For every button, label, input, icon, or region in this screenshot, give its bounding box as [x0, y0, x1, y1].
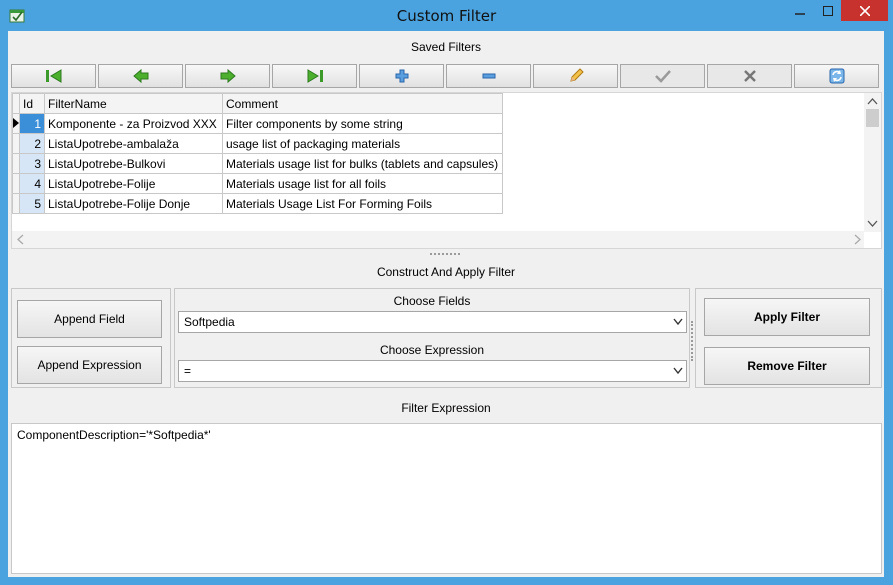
table-row[interactable]: 5 ListaUpotrebe-Folije Donje Materials U…: [12, 193, 503, 214]
filter-expression-text: ComponentDescription='*Softpedia*': [17, 428, 211, 442]
title-bar: Custom Filter: [0, 0, 893, 31]
last-icon: [307, 69, 323, 83]
scroll-down-icon: [867, 220, 878, 227]
construct-filter-header: Construct And Apply Filter: [376, 265, 516, 279]
chevron-down-icon: [673, 318, 683, 326]
previous-record-button[interactable]: [98, 64, 183, 88]
cell-filtername[interactable]: ListaUpotrebe-ambalaža: [44, 133, 223, 154]
vertical-scrollbar[interactable]: [864, 93, 881, 232]
table-row[interactable]: 1 Komponente - za Proizvod XXX Filter co…: [12, 113, 503, 134]
pencil-icon: [569, 68, 584, 82]
cell-id[interactable]: 1: [19, 113, 45, 134]
post-edit-button[interactable]: [620, 64, 705, 88]
append-panel: Append Field Append Expression: [11, 288, 171, 388]
close-button[interactable]: [841, 0, 888, 21]
append-field-button[interactable]: Append Field: [17, 300, 162, 338]
splitter-grip[interactable]: [430, 253, 460, 258]
horizontal-scrollbar[interactable]: [12, 231, 864, 248]
table-row[interactable]: 2 ListaUpotrebe-ambalaža usage list of p…: [12, 133, 503, 154]
scroll-up-icon: [867, 98, 878, 105]
edit-record-button[interactable]: [533, 64, 618, 88]
filter-expression-header: Filter Expression: [401, 401, 491, 415]
cell-comment[interactable]: Materials Usage List For Forming Foils: [222, 193, 503, 214]
choose-fields-label: Choose Fields: [393, 294, 471, 308]
dialog-client: Saved Filters Id FilterName Comment 1 Ko…: [8, 31, 884, 577]
table-row[interactable]: 3 ListaUpotrebe-Bulkovi Materials usage …: [12, 153, 503, 174]
cell-id[interactable]: 4: [19, 173, 45, 194]
apply-filter-button[interactable]: Apply Filter: [704, 298, 870, 336]
row-indicator: [12, 153, 20, 174]
first-icon: [45, 69, 61, 83]
cancel-edit-button[interactable]: [707, 64, 792, 88]
close-icon: [859, 5, 870, 16]
row-indicator-icon: [12, 113, 20, 134]
column-header-id[interactable]: Id: [19, 93, 45, 114]
next-record-button[interactable]: [185, 64, 270, 88]
navigator-toolbar: [11, 64, 881, 90]
indicator-header: [12, 93, 20, 114]
table-header-row: Id FilterName Comment: [12, 93, 503, 114]
cell-filtername[interactable]: ListaUpotrebe-Folije Donje: [44, 193, 223, 214]
window-title: Custom Filter: [396, 7, 497, 25]
apply-panel: Apply Filter Remove Filter: [695, 288, 882, 388]
cell-id[interactable]: 5: [19, 193, 45, 214]
delete-record-button[interactable]: [446, 64, 531, 88]
table-row[interactable]: 4 ListaUpotrebe-Folije Materials usage l…: [12, 173, 503, 194]
maximize-button[interactable]: [815, 0, 841, 21]
plus-icon: [395, 69, 408, 83]
column-header-filtername[interactable]: FilterName: [44, 93, 223, 114]
insert-record-button[interactable]: [359, 64, 444, 88]
minimize-button[interactable]: [785, 0, 815, 21]
cell-id[interactable]: 3: [19, 153, 45, 174]
saved-filters-header: Saved Filters: [410, 40, 482, 54]
scroll-left-icon: [17, 234, 24, 245]
append-expression-button[interactable]: Append Expression: [17, 346, 162, 384]
choose-expression-label: Choose Expression: [379, 343, 485, 357]
choose-fields-value: Softpedia: [184, 315, 235, 329]
first-record-button[interactable]: [11, 64, 96, 88]
choose-fields-select[interactable]: Softpedia: [178, 311, 687, 333]
row-indicator: [12, 133, 20, 154]
check-icon: [654, 70, 671, 83]
prev-icon: [132, 68, 148, 84]
minimize-icon: [795, 12, 805, 15]
x-icon: [743, 70, 756, 82]
row-indicator: [12, 173, 20, 194]
cell-filtername[interactable]: ListaUpotrebe-Folije: [44, 173, 223, 194]
cell-filtername[interactable]: Komponente - za Proizvod XXX: [44, 113, 223, 134]
cell-comment[interactable]: Filter components by some string: [222, 113, 503, 134]
choose-expression-value: =: [184, 364, 192, 378]
choose-panel: Choose Fields Softpedia Choose Expressio…: [174, 288, 690, 388]
minus-icon: [482, 73, 495, 79]
refresh-button[interactable]: [794, 64, 879, 88]
column-header-comment[interactable]: Comment: [222, 93, 503, 114]
cell-comment[interactable]: Materials usage list for all foils: [222, 173, 503, 194]
choose-expression-select[interactable]: =: [178, 360, 687, 382]
refresh-icon: [829, 68, 844, 84]
chevron-down-icon: [673, 367, 683, 375]
vertical-scroll-thumb[interactable]: [866, 109, 879, 127]
remove-filter-button[interactable]: Remove Filter: [704, 347, 870, 385]
cell-comment[interactable]: usage list of packaging materials: [222, 133, 503, 154]
filters-table: Id FilterName Comment 1 Komponente - za …: [12, 93, 503, 214]
cell-id[interactable]: 2: [19, 133, 45, 154]
cell-filtername[interactable]: ListaUpotrebe-Bulkovi: [44, 153, 223, 174]
scroll-right-icon: [854, 234, 861, 245]
maximize-icon: [823, 5, 833, 16]
saved-filters-grid: Id FilterName Comment 1 Komponente - za …: [11, 92, 882, 249]
row-indicator: [12, 193, 20, 214]
cell-comment[interactable]: Materials usage list for bulks (tablets …: [222, 153, 503, 174]
last-record-button[interactable]: [272, 64, 357, 88]
filter-expression-textarea[interactable]: ComponentDescription='*Softpedia*': [11, 423, 882, 574]
next-icon: [220, 68, 236, 84]
